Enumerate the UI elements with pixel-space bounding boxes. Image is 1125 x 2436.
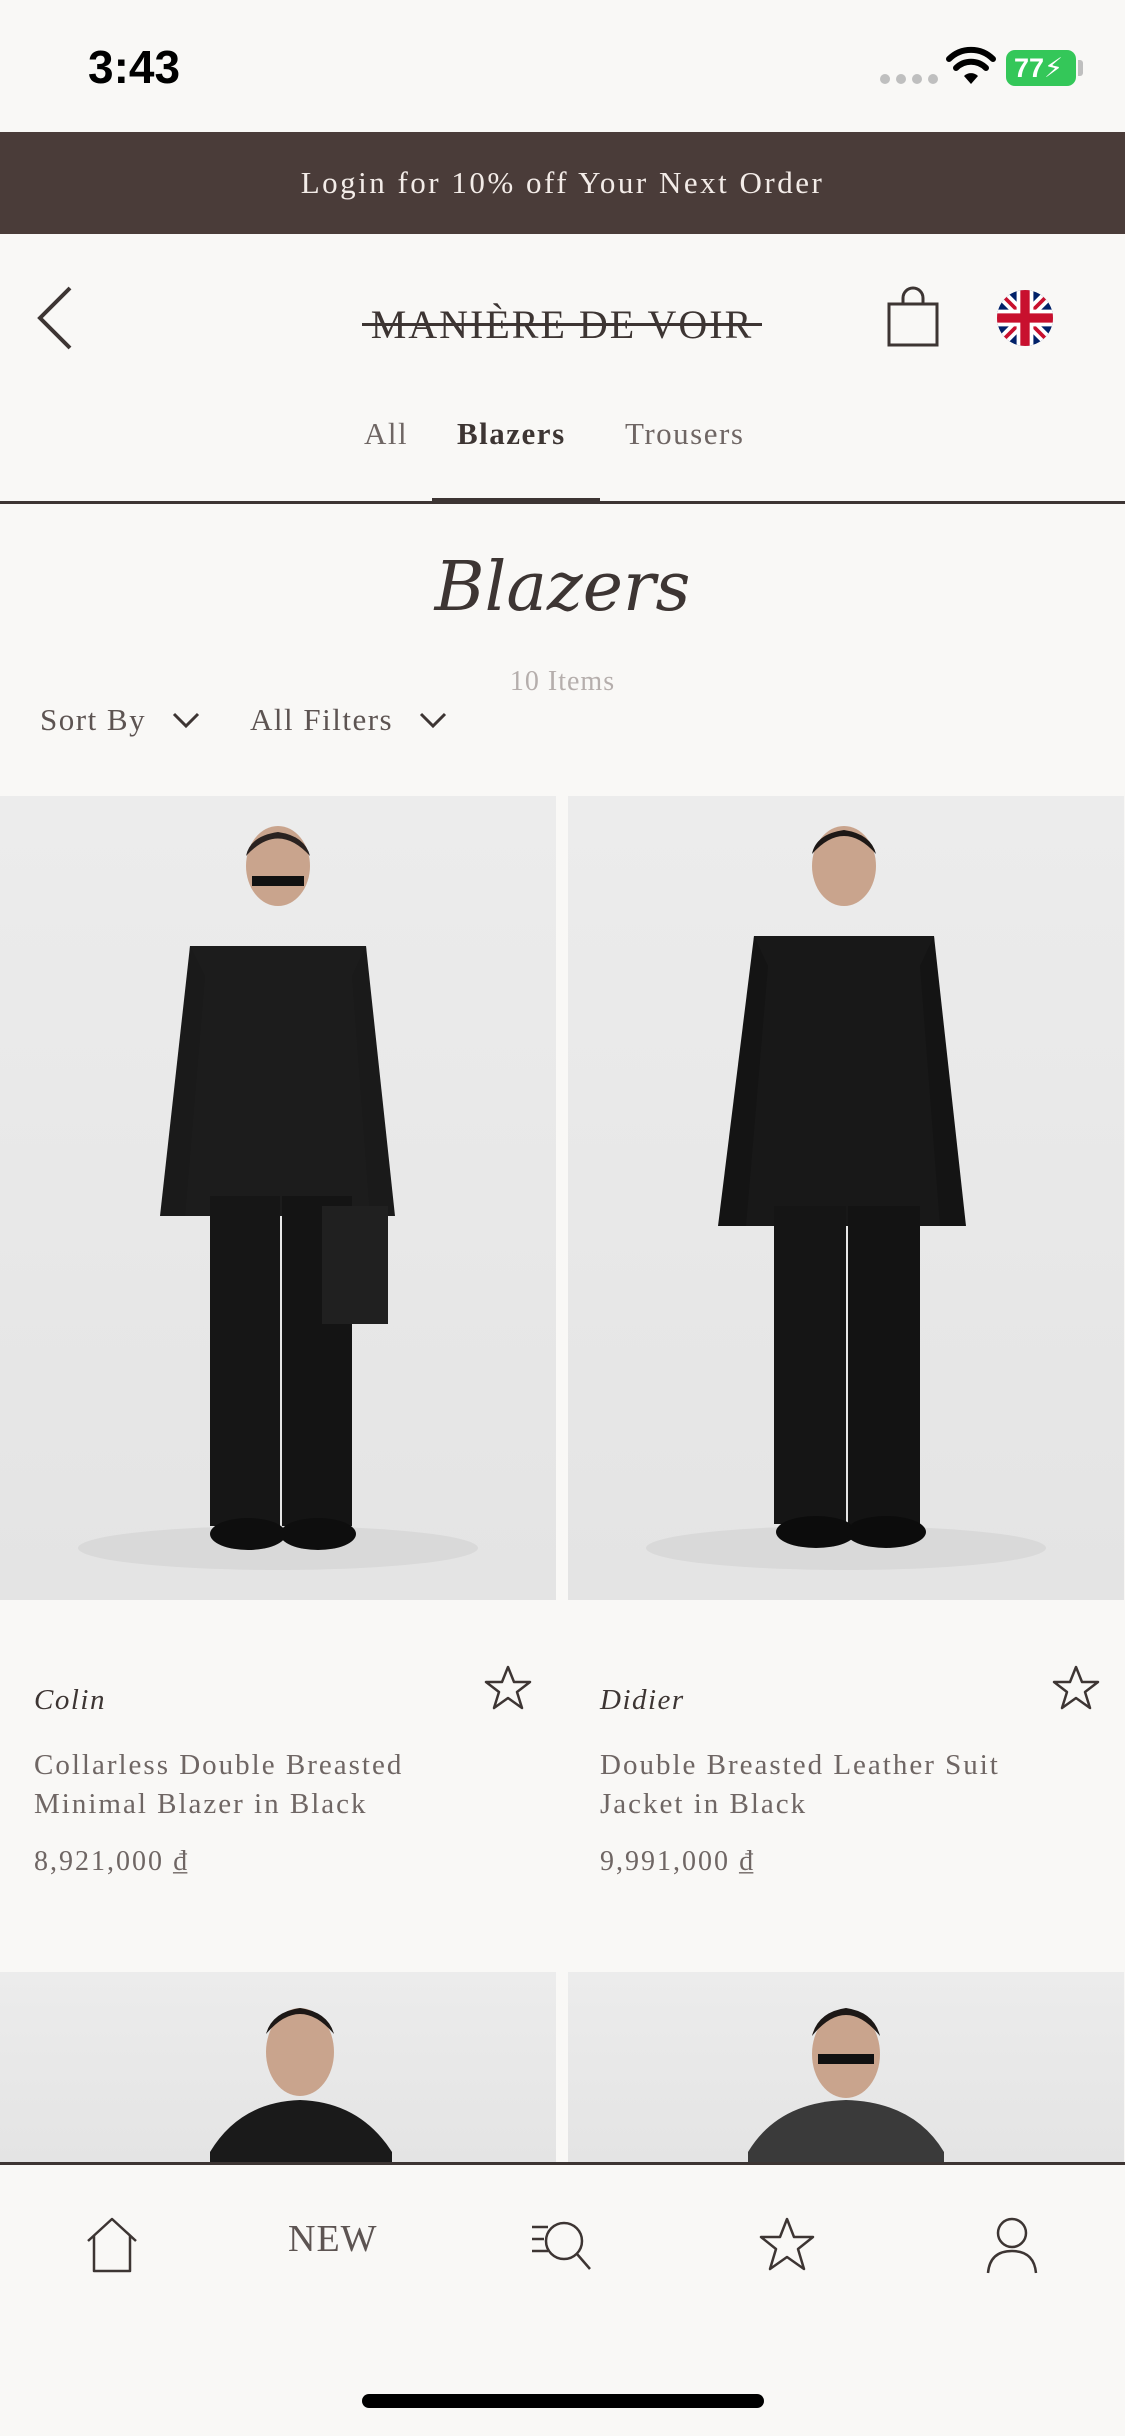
promo-banner-text: Login for 10% off Your Next Order (300, 165, 825, 200)
chevron-left-icon[interactable] (30, 282, 80, 354)
status-time: 3:43 (88, 41, 181, 93)
model-figure (646, 826, 1046, 1570)
uk-flag-icon[interactable] (997, 290, 1053, 346)
product-brand: Didier (600, 1684, 685, 1716)
star-icon[interactable] (758, 2215, 816, 2275)
product-name[interactable]: Collarless Double Breasted Minimal Blaze… (34, 1746, 474, 1824)
shopping-bag-icon[interactable] (886, 286, 940, 348)
tab-all[interactable]: All (364, 404, 408, 464)
product-price: 8,921,000 ₫ (34, 1846, 190, 1877)
page-title: Blazers (434, 548, 691, 627)
product-image[interactable] (0, 1972, 556, 2164)
model-figure (210, 2008, 392, 2164)
chevron-down-icon (173, 712, 200, 729)
star-icon[interactable] (484, 1664, 532, 1712)
nav-new[interactable]: NEW (288, 2217, 378, 2261)
product-image[interactable] (568, 796, 1124, 1600)
chevron-down-icon (420, 712, 447, 729)
search-icon[interactable] (530, 2215, 594, 2275)
product-brand: Colin (34, 1684, 106, 1716)
tab-blazers[interactable]: Blazers (457, 404, 566, 464)
star-icon[interactable] (1052, 1664, 1100, 1712)
model-figure (748, 2008, 944, 2164)
tabs-divider (0, 501, 1125, 504)
home-indicator (362, 2394, 764, 2408)
user-icon[interactable] (984, 2215, 1040, 2275)
product-price: 9,991,000 ₫ (600, 1846, 756, 1877)
home-icon[interactable] (84, 2215, 140, 2275)
wifi-icon (946, 46, 996, 84)
all-filters-label: All Filters (250, 702, 394, 737)
product-image[interactable] (568, 1972, 1124, 2164)
tab-trousers[interactable]: Trousers (625, 404, 744, 464)
category-tabs: All Blazers Trousers (0, 404, 1125, 504)
all-filters-dropdown[interactable]: All Filters (250, 702, 447, 738)
promo-banner[interactable]: Login for 10% off Your Next Order (0, 132, 1125, 234)
battery-level: 77 (1014, 53, 1045, 83)
brand-logo-text: MANIÈRE DE VOIR (370, 301, 754, 347)
sort-by-dropdown[interactable]: Sort By (40, 702, 200, 738)
model-figure (78, 826, 478, 1570)
product-name[interactable]: Double Breasted Leather Suit Jacket in B… (600, 1746, 1040, 1824)
battery-icon: 77⚡ (1006, 50, 1076, 86)
product-image[interactable] (0, 796, 556, 1600)
item-count: 10 Items (509, 666, 616, 697)
sort-by-label: Sort By (40, 702, 147, 737)
cellular-signal-icon (880, 74, 938, 84)
status-bar: 3:43 77⚡ (0, 0, 1125, 132)
battery-cap (1078, 60, 1083, 76)
brand-logo[interactable]: MANIÈRE DE VOIR (362, 296, 762, 352)
